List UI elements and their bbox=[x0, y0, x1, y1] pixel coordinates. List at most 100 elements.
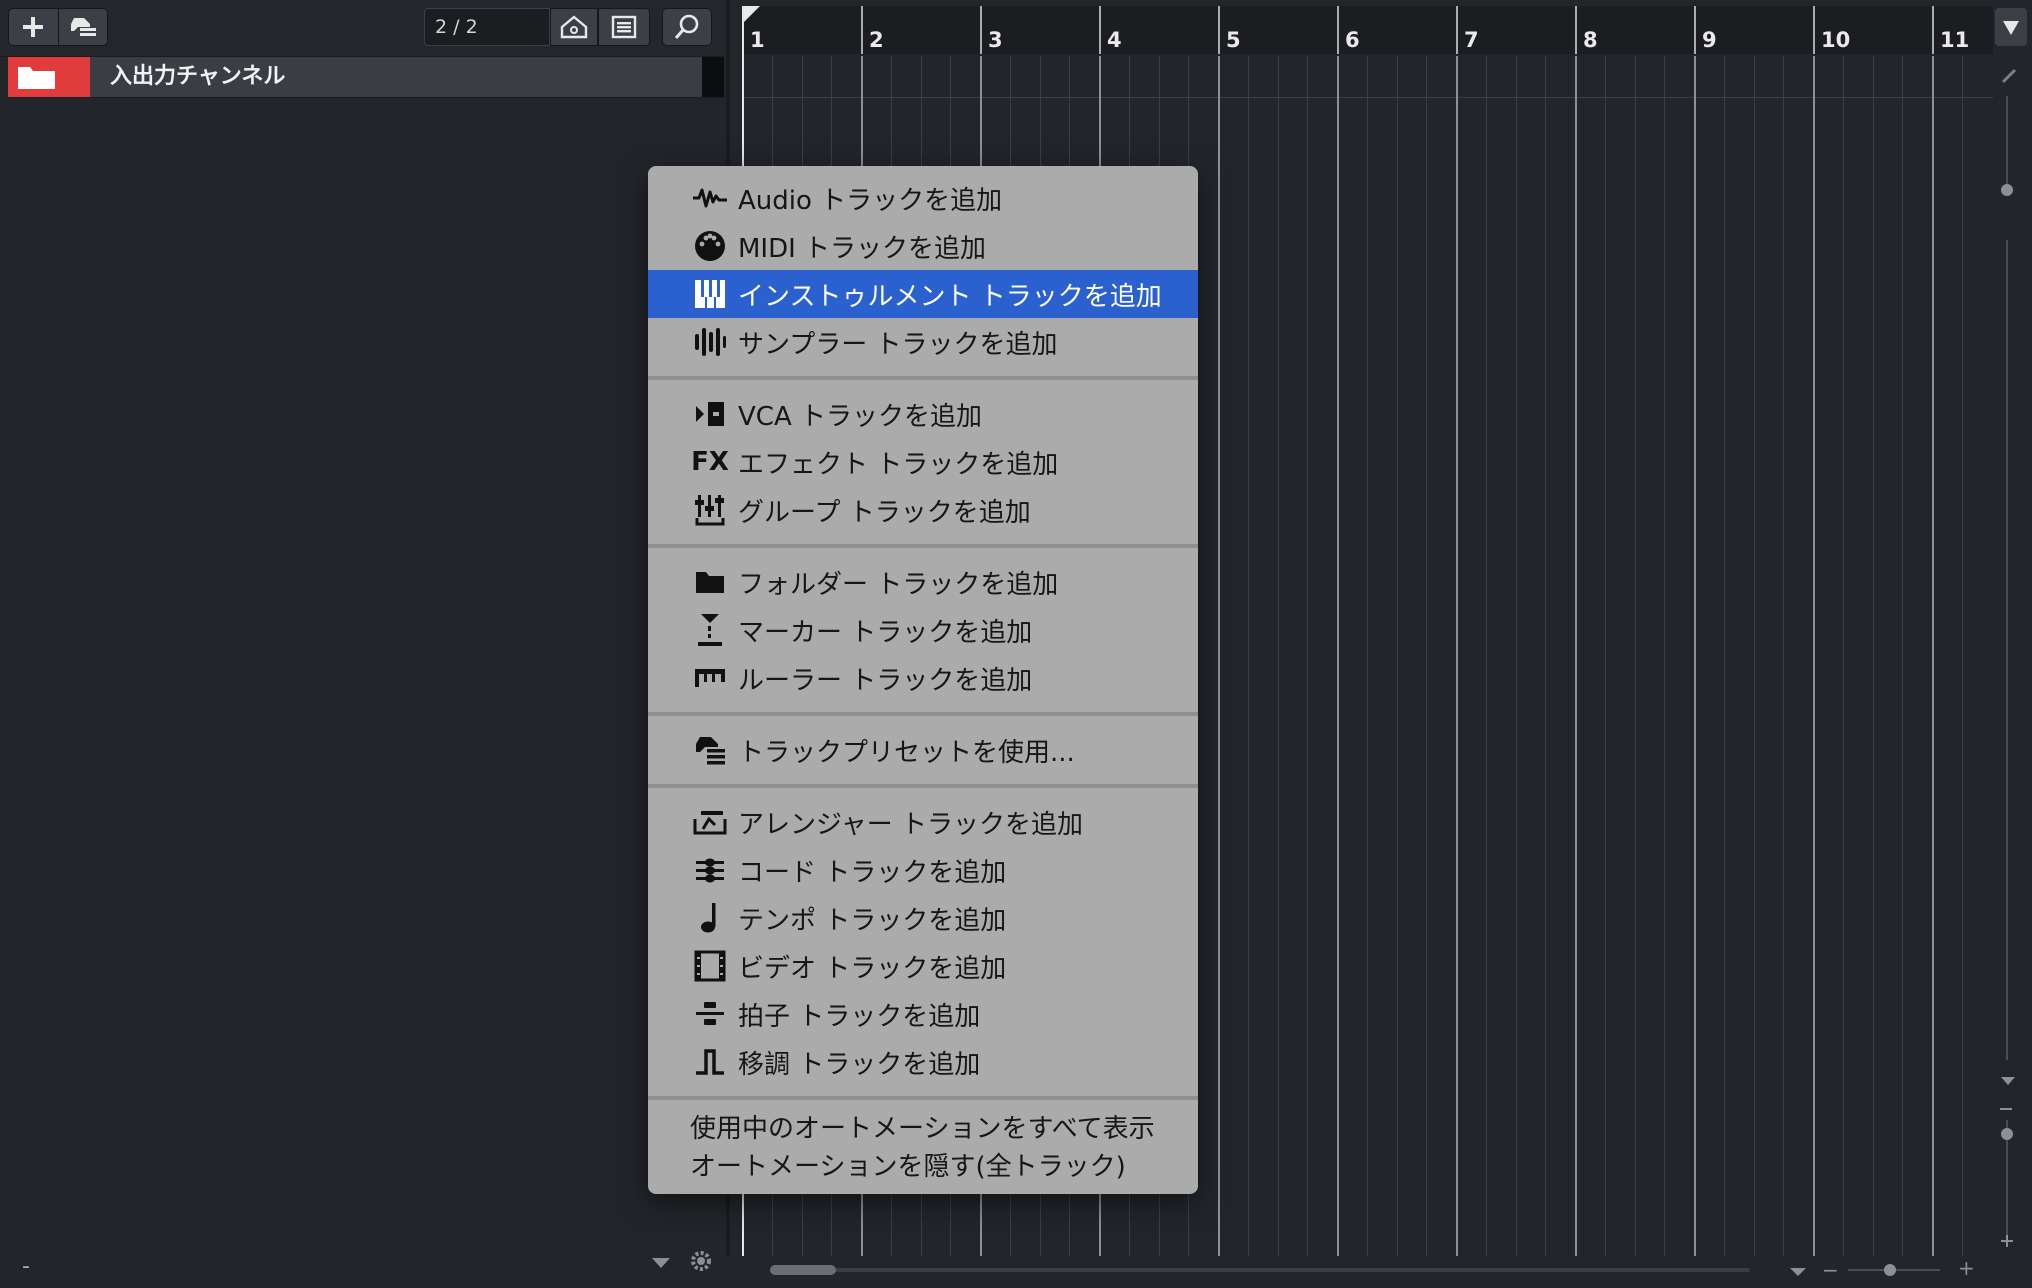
ruler-bar-line bbox=[1694, 6, 1696, 54]
horizontal-scrollbar[interactable] bbox=[770, 1268, 1750, 1272]
fx-icon: FX bbox=[691, 447, 729, 477]
menu-item-add-transpose-track[interactable]: 移調 トラックを追加 bbox=[648, 1038, 1198, 1086]
ruler-bar-line bbox=[1813, 6, 1815, 54]
grid-beat-line bbox=[1605, 56, 1606, 1256]
menu-item-add-signature-track[interactable]: 拍子 トラックを追加 bbox=[648, 990, 1198, 1038]
menu-item-add-ruler-track[interactable]: ルーラー トラックを追加 bbox=[648, 654, 1198, 702]
menu-item-add-audio-track[interactable]: Audio トラックを追加 bbox=[648, 174, 1198, 222]
grid-bar-line bbox=[1218, 56, 1220, 1256]
menu-item-add-sampler-track[interactable]: サンプラー トラックを追加 bbox=[648, 318, 1198, 366]
ruler-bar-label: 8 bbox=[1583, 28, 1598, 52]
locator-flag[interactable] bbox=[742, 6, 760, 24]
menu-item-use-track-preset[interactable]: トラックプリセットを使用... bbox=[648, 726, 1198, 774]
house-icon bbox=[560, 15, 588, 39]
vertical-scrollbar[interactable] bbox=[2006, 240, 2008, 1060]
grid-bar-line bbox=[1813, 56, 1815, 1256]
track-preset-icon bbox=[70, 18, 96, 36]
bottom-bar: - bbox=[0, 1251, 2032, 1288]
track-row[interactable]: 入出力チャンネル bbox=[8, 57, 724, 98]
menu-item-add-vca-track[interactable]: VCA トラックを追加 bbox=[648, 390, 1198, 438]
horizontal-scrollbar-thumb[interactable] bbox=[770, 1265, 836, 1275]
track-end-strip bbox=[702, 57, 724, 97]
horizontal-zoom-thumb[interactable] bbox=[1884, 1264, 1896, 1276]
zoom-in-icon[interactable] bbox=[2000, 1234, 2014, 1248]
menu-item-label: マーカー トラックを追加 bbox=[738, 617, 1033, 648]
menu-item-label: トラックプリセットを使用... bbox=[738, 737, 1075, 768]
project-window: 2 / 2 入出力チャンネル 1 2 3 4 5 6 7 8 9 10 11 -… bbox=[0, 0, 2032, 1288]
menu-item-label: 使用中のオートメーションをすべて表示 bbox=[690, 1113, 1155, 1144]
menu-item-label: フォルダー トラックを追加 bbox=[738, 569, 1059, 600]
grid-bar-line bbox=[1456, 56, 1458, 1256]
add-track-button[interactable] bbox=[9, 9, 59, 45]
grid-beat-line bbox=[1545, 56, 1546, 1256]
menu-item-label: 移調 トラックを追加 bbox=[738, 1049, 981, 1080]
menu-item-add-folder-track[interactable]: フォルダー トラックを追加 bbox=[648, 558, 1198, 606]
zoom-minus-label[interactable]: - bbox=[22, 1254, 30, 1279]
zoom-out-icon[interactable] bbox=[2000, 1108, 2012, 1110]
ruler-options-button[interactable] bbox=[1995, 8, 2027, 46]
group-faders-icon bbox=[695, 495, 725, 526]
ruler-bar-line bbox=[1575, 6, 1577, 54]
menu-item-add-marker-track[interactable]: マーカー トラックを追加 bbox=[648, 606, 1198, 654]
search-button[interactable] bbox=[662, 8, 712, 46]
menu-separator bbox=[648, 712, 1198, 716]
grid-beat-line bbox=[1248, 56, 1249, 1256]
zoom-in-button[interactable]: + bbox=[1958, 1256, 1975, 1280]
tracklist-empty-area[interactable] bbox=[0, 98, 728, 1266]
ruler-bar-line bbox=[1099, 6, 1101, 54]
menu-item-add-instrument-track[interactable]: インストゥルメント トラックを追加 bbox=[648, 270, 1198, 318]
menu-item-add-arranger-track[interactable]: アレンジャー トラックを追加 bbox=[648, 798, 1198, 846]
chevron-down-icon[interactable] bbox=[1788, 1266, 1808, 1278]
grid-bar-line bbox=[1575, 56, 1577, 1256]
ruler-bar-label: 2 bbox=[869, 28, 884, 52]
grid-bar-line bbox=[1694, 56, 1696, 1256]
signature-icon bbox=[696, 1002, 724, 1025]
menu-item-hide-automation[interactable]: オートメーションを隠す(全トラック) bbox=[648, 1144, 1198, 1184]
chevron-down-icon[interactable] bbox=[1998, 1074, 2018, 1088]
menu-separator bbox=[648, 376, 1198, 380]
menu-item-add-fx-track[interactable]: FX エフェクト トラックを追加 bbox=[648, 438, 1198, 486]
ruler-bar-line bbox=[861, 6, 863, 54]
marker-icon bbox=[698, 614, 722, 646]
grid-beat-line bbox=[1278, 56, 1279, 1256]
menu-item-add-midi-track[interactable]: MIDI トラックを追加 bbox=[648, 222, 1198, 270]
menu-item-label: グループ トラックを追加 bbox=[738, 497, 1031, 528]
chevron-down-icon[interactable] bbox=[650, 1256, 672, 1270]
track-counter: 2 / 2 bbox=[424, 8, 550, 46]
menu-item-show-used-automation[interactable]: 使用中のオートメーションをすべて表示 bbox=[648, 1106, 1198, 1146]
list-view-button[interactable] bbox=[598, 8, 650, 46]
timeline-ruler[interactable]: 1 2 3 4 5 6 7 8 9 10 11 bbox=[742, 6, 1993, 54]
menu-item-label: サンプラー トラックを追加 bbox=[738, 329, 1058, 360]
ruler-bar-label: 3 bbox=[988, 28, 1003, 52]
menu-item-add-tempo-track[interactable]: テンポ トラックを追加 bbox=[648, 894, 1198, 942]
zoom-out-button[interactable]: − bbox=[1822, 1258, 1839, 1282]
ruler-bar-label: 10 bbox=[1821, 28, 1851, 52]
menu-item-label: オートメーションを隠す(全トラック) bbox=[690, 1151, 1126, 1182]
vertical-zoom-thumb-top[interactable] bbox=[2001, 184, 2013, 196]
ruler-bar-line bbox=[1218, 6, 1220, 54]
menu-item-add-video-track[interactable]: ビデオ トラックを追加 bbox=[648, 942, 1198, 990]
track-preset-button[interactable] bbox=[59, 9, 108, 45]
menu-item-add-group-track[interactable]: グループ トラックを追加 bbox=[648, 486, 1198, 534]
menu-item-label: 拍子 トラックを追加 bbox=[738, 1001, 981, 1032]
menu-item-label: Audio トラックを追加 bbox=[738, 185, 1003, 216]
menu-separator bbox=[648, 784, 1198, 788]
track-color-swatch[interactable] bbox=[8, 57, 90, 97]
vertical-zoom-thumb[interactable] bbox=[2001, 1128, 2013, 1140]
pencil-icon[interactable] bbox=[1999, 64, 2019, 84]
grid-beat-line bbox=[1397, 56, 1398, 1256]
menu-item-add-chord-track[interactable]: コード トラックを追加 bbox=[648, 846, 1198, 894]
folder-icon bbox=[18, 67, 55, 89]
grid-beat-line bbox=[1664, 56, 1665, 1256]
vertical-tools-column bbox=[1993, 0, 2032, 1288]
grid-beat-line bbox=[1635, 56, 1636, 1256]
menu-item-label: ルーラー トラックを追加 bbox=[738, 665, 1033, 696]
grid-beat-line bbox=[1902, 56, 1903, 1256]
vertical-zoom-track-top bbox=[2006, 96, 2008, 186]
track-name[interactable]: 入出力チャンネル bbox=[110, 57, 285, 97]
grid-bar-line bbox=[1337, 56, 1339, 1256]
visibility-button[interactable] bbox=[550, 8, 598, 46]
ruler-bar-label: 4 bbox=[1107, 28, 1122, 52]
gear-icon[interactable] bbox=[688, 1248, 714, 1274]
list-icon bbox=[611, 15, 637, 39]
